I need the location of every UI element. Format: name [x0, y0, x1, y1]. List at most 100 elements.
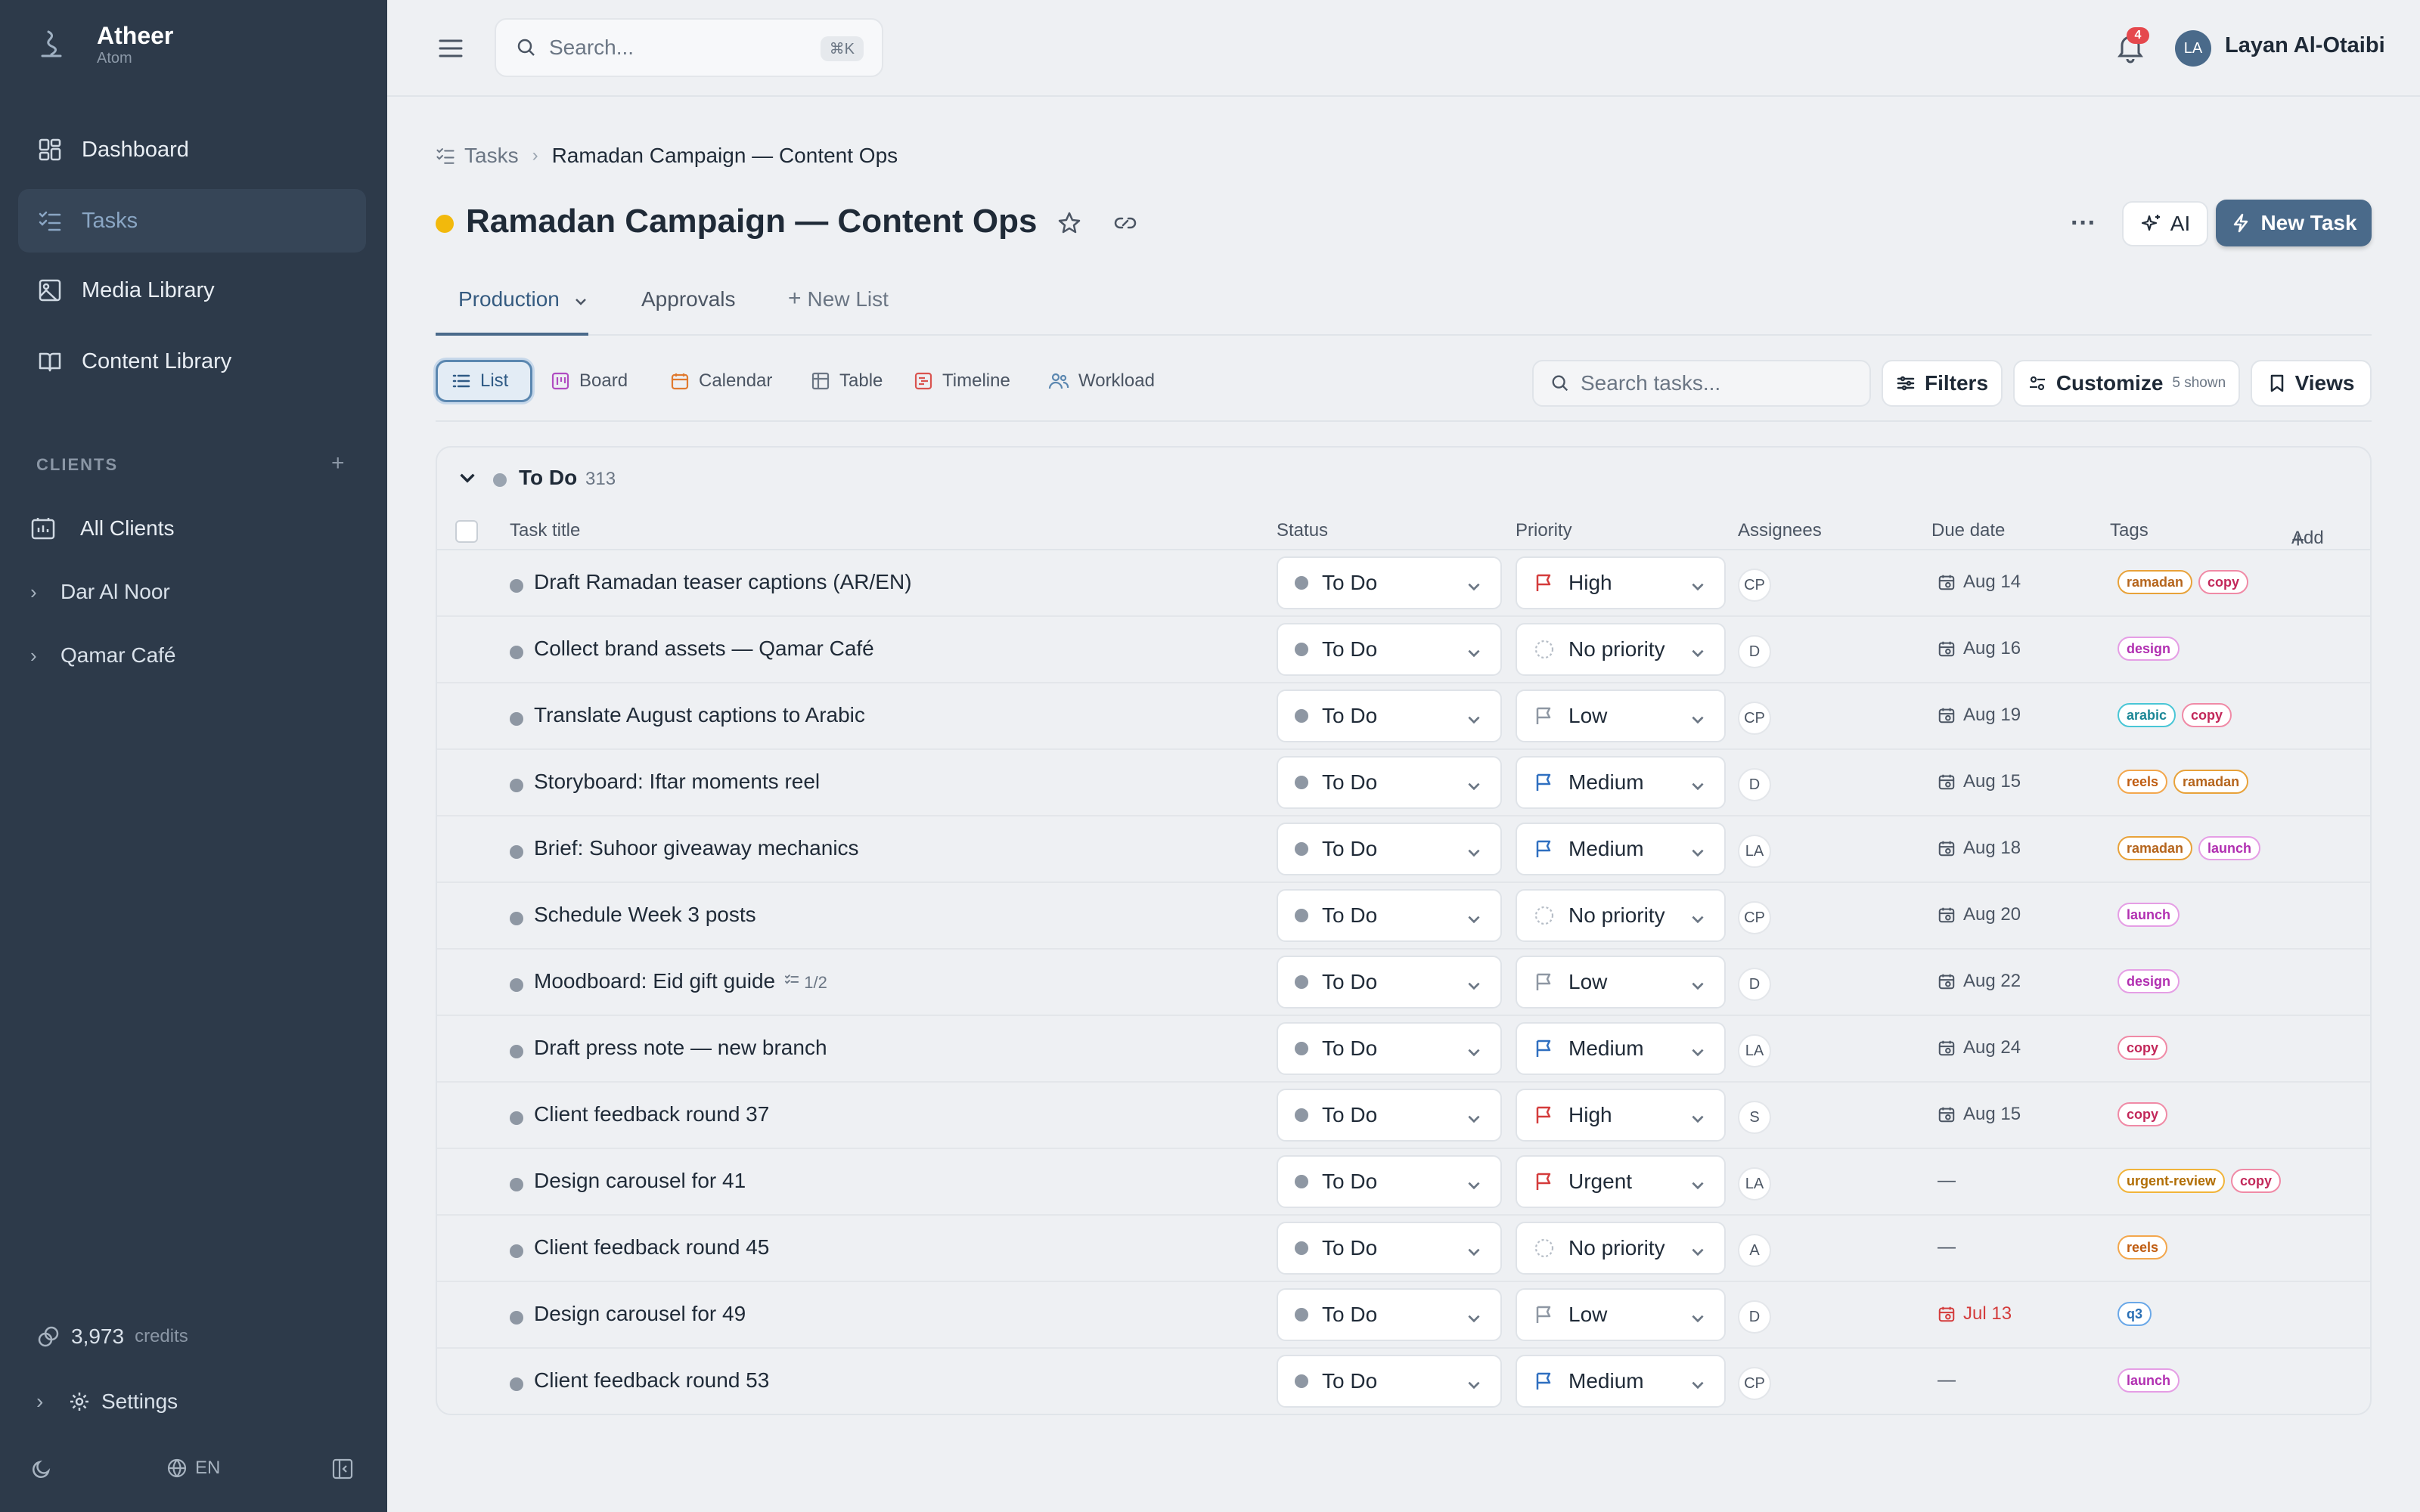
filters-button[interactable]: Filters	[1882, 360, 2003, 407]
due-date[interactable]: Jul 13	[1938, 1303, 2012, 1325]
assignee-avatar[interactable]: D	[1738, 968, 1771, 1001]
assignee-avatar[interactable]: D	[1738, 635, 1771, 668]
table-row[interactable]: Design carousel for 49 To Do Low D Jul 13 q3	[437, 1282, 2370, 1349]
collapse-sidebar-button[interactable]	[331, 1458, 354, 1486]
due-date[interactable]: Aug 24	[1938, 1037, 2021, 1058]
due-date[interactable]: Aug 16	[1938, 638, 2021, 659]
view-calendar[interactable]: Calendar	[656, 360, 786, 402]
column-priority[interactable]: Priority	[1516, 520, 1572, 541]
nav-dashboard[interactable]: Dashboard	[18, 118, 366, 181]
due-date[interactable]: Aug 15	[1938, 1104, 2021, 1125]
status-select[interactable]: To Do	[1277, 689, 1502, 742]
credits-indicator[interactable]: 3,973 credits	[36, 1325, 188, 1349]
table-row[interactable]: Client feedback round 45 To Do No priority…	[437, 1216, 2370, 1282]
tag-badge[interactable]: copy	[2198, 570, 2249, 594]
due-date[interactable]: Aug 22	[1938, 971, 2021, 992]
tag-badge[interactable]: design	[2118, 969, 2180, 993]
avatar[interactable]: LA	[2175, 30, 2211, 67]
table-row[interactable]: Translate August captions to Arabic To Do…	[437, 683, 2370, 750]
table-row[interactable]: Client feedback round 37 To Do High S Aug 15…	[437, 1083, 2370, 1149]
task-title[interactable]: Draft press note — new branch	[534, 1036, 827, 1060]
table-row[interactable]: Design carousel for 41 To Do Urgent LA — urge…	[437, 1149, 2370, 1216]
tag-badge[interactable]: copy	[2118, 1036, 2168, 1060]
priority-select[interactable]: High	[1516, 1089, 1726, 1142]
due-date[interactable]: —	[1938, 1170, 1956, 1191]
priority-select[interactable]: High	[1516, 556, 1726, 609]
customize-button[interactable]: Customize 5 shown	[2013, 360, 2240, 407]
table-row[interactable]: Draft press note — new branch To Do Medium…	[437, 1016, 2370, 1083]
status-select[interactable]: To Do	[1277, 1155, 1502, 1208]
group-header[interactable]: To Do 313	[437, 448, 2370, 508]
new-list-button[interactable]: + New List	[788, 280, 889, 336]
priority-select[interactable]: No priority	[1516, 623, 1726, 676]
add-client-button[interactable]: +	[331, 451, 345, 476]
tag-badge[interactable]: copy	[2118, 1102, 2168, 1126]
menu-icon[interactable]	[436, 33, 466, 64]
priority-select[interactable]: No priority	[1516, 1222, 1726, 1275]
tag-badge[interactable]: q3	[2118, 1302, 2152, 1326]
task-title[interactable]: Client feedback round 53	[534, 1368, 769, 1393]
task-search-input[interactable]: Search tasks...	[1532, 360, 1871, 407]
status-select[interactable]: To Do	[1277, 1222, 1502, 1275]
tag-badge[interactable]: ramadan	[2173, 770, 2249, 794]
column-task-title[interactable]: Task title	[510, 520, 580, 541]
chevron-down-icon[interactable]	[573, 290, 588, 314]
priority-select[interactable]: Medium	[1516, 1355, 1726, 1408]
view-workload[interactable]: Workload	[1035, 360, 1168, 402]
select-all-checkbox[interactable]	[455, 520, 478, 543]
tag-badge[interactable]: launch	[2118, 1368, 2180, 1393]
view-timeline[interactable]: Timeline	[900, 360, 1024, 402]
theme-toggle[interactable]	[30, 1458, 53, 1486]
due-date[interactable]: —	[1938, 1370, 1956, 1391]
tag-badge[interactable]: ramadan	[2118, 570, 2193, 594]
column-assignees[interactable]: Assignees	[1738, 520, 1822, 541]
star-icon[interactable]	[1056, 210, 1084, 237]
task-title[interactable]: Storyboard: Iftar moments reel	[534, 770, 820, 794]
views-button[interactable]: Views	[2251, 360, 2372, 407]
task-title[interactable]: Schedule Week 3 posts	[534, 903, 756, 927]
assignee-avatar[interactable]: LA	[1738, 1167, 1771, 1201]
tag-badge[interactable]: urgent-review	[2118, 1169, 2226, 1193]
priority-select[interactable]: Urgent	[1516, 1155, 1726, 1208]
view-board[interactable]: Board	[537, 360, 641, 402]
priority-select[interactable]: Medium	[1516, 1022, 1726, 1075]
column-due-date[interactable]: Due date	[1931, 520, 2005, 541]
more-options-button[interactable]: ···	[2071, 209, 2096, 238]
assignee-avatar[interactable]: S	[1738, 1101, 1771, 1134]
assignee-avatar[interactable]: A	[1738, 1234, 1771, 1267]
table-row[interactable]: Draft Ramadan teaser captions (AR/EN) To …	[437, 550, 2370, 617]
view-list[interactable]: List	[436, 360, 532, 402]
user-name[interactable]: Layan Al-Otaibi	[2225, 33, 2385, 58]
assignee-avatar[interactable]: D	[1738, 768, 1771, 801]
brand[interactable]: Atheer Atom	[30, 21, 173, 67]
table-row[interactable]: Schedule Week 3 posts To Do No priority CP A…	[437, 883, 2370, 950]
client-qamar-cafe[interactable]: › Qamar Café	[30, 629, 363, 682]
status-select[interactable]: To Do	[1277, 756, 1502, 809]
status-select[interactable]: To Do	[1277, 1355, 1502, 1408]
link-icon[interactable]	[1112, 210, 1140, 237]
tag-badge[interactable]: copy	[2182, 703, 2232, 727]
task-title[interactable]: Collect brand assets — Qamar Café	[534, 637, 874, 661]
task-title[interactable]: Design carousel for 49	[534, 1302, 746, 1326]
status-select[interactable]: To Do	[1277, 1022, 1502, 1075]
assignee-avatar[interactable]: CP	[1738, 569, 1771, 602]
column-status[interactable]: Status	[1277, 520, 1328, 541]
task-title[interactable]: Moodboard: Eid gift guide 1/2	[534, 969, 827, 993]
status-select[interactable]: To Do	[1277, 1288, 1502, 1341]
assignee-avatar[interactable]: D	[1738, 1300, 1771, 1334]
task-title[interactable]: Client feedback round 45	[534, 1235, 769, 1259]
tab-production[interactable]: Production	[436, 280, 588, 336]
table-row[interactable]: Brief: Suhoor giveaway mechanics To Do Med…	[437, 816, 2370, 883]
tab-approvals[interactable]: Approvals	[641, 280, 736, 336]
tag-badge[interactable]: launch	[2118, 903, 2180, 927]
priority-select[interactable]: Low	[1516, 1288, 1726, 1341]
status-select[interactable]: To Do	[1277, 823, 1502, 875]
subtask-count[interactable]: 1/2	[784, 973, 827, 992]
priority-select[interactable]: Low	[1516, 689, 1726, 742]
priority-select[interactable]: Low	[1516, 956, 1726, 1009]
due-date[interactable]: Aug 15	[1938, 771, 2021, 792]
settings-item[interactable]: › Settings	[36, 1390, 178, 1414]
priority-select[interactable]: Medium	[1516, 756, 1726, 809]
tag-badge[interactable]: reels	[2118, 1235, 2168, 1259]
global-search[interactable]: Search... ⌘K	[495, 18, 883, 77]
